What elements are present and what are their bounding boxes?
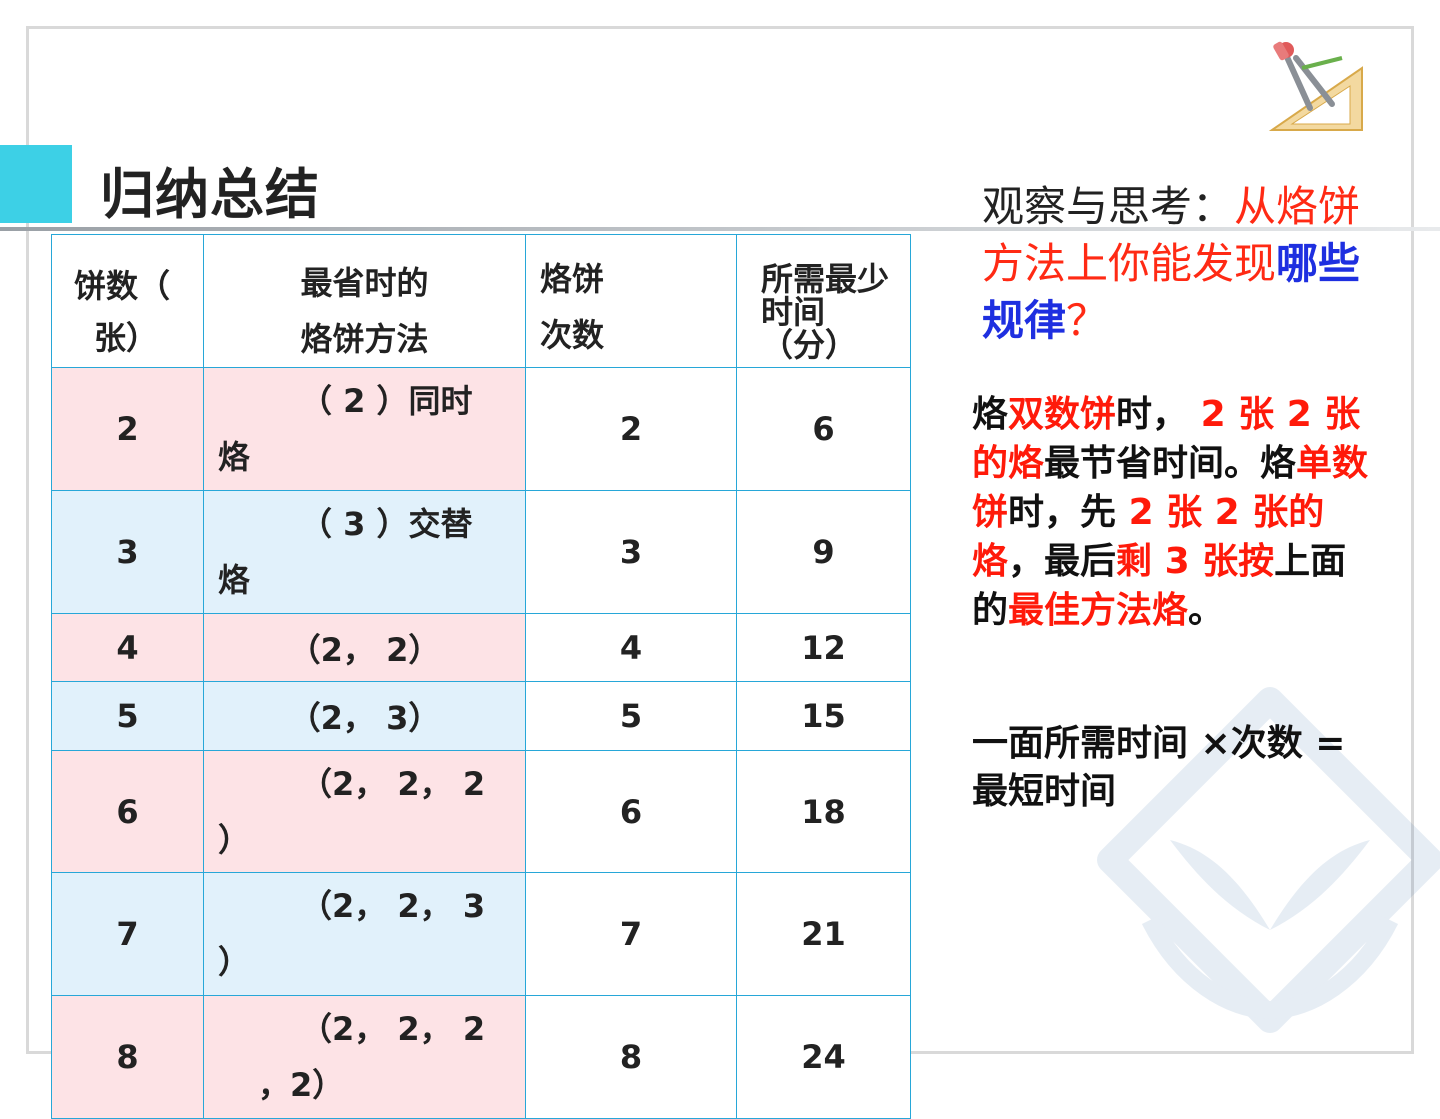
answer-highlight: 最佳方法烙 xyxy=(1008,590,1189,631)
question-mark: ？ xyxy=(1066,296,1109,345)
cell-times: 4 xyxy=(525,613,737,682)
cell-count: 3 xyxy=(51,490,204,614)
table-row: 8 （2， 2， 2 ，2） 8 24 xyxy=(51,995,911,1119)
cell-minutes: 21 xyxy=(736,872,911,996)
table-row: 6 （2， 2， 2 ） 6 18 xyxy=(51,750,911,873)
cell-method: （2， 3） xyxy=(203,681,526,751)
answer-text: 烙 xyxy=(972,394,1009,435)
cell-count: 4 xyxy=(51,613,204,682)
title-accent-block xyxy=(0,145,72,223)
answer-text: ，最后 xyxy=(1008,541,1117,582)
cell-minutes: 12 xyxy=(736,613,911,682)
cell-times: 2 xyxy=(525,367,737,491)
cell-method-line2: ） xyxy=(218,820,251,859)
cell-minutes: 9 xyxy=(736,490,911,614)
header-method: 最省时的 烙饼方法 xyxy=(203,234,526,368)
cell-minutes: 6 xyxy=(736,367,911,491)
compass-ruler-logo-icon xyxy=(1268,41,1363,131)
cell-method-line2: 烙 xyxy=(218,561,251,599)
answer-text: 时， xyxy=(1116,394,1201,435)
header-times-line1: 烙饼 xyxy=(540,260,605,298)
header-count-line1: 饼数（ xyxy=(74,267,171,305)
answer-highlight: 双数饼 xyxy=(1008,394,1117,435)
cell-method-line1: （ 3 ）交替 xyxy=(300,505,473,543)
table-row: 2 （ 2 ）同时 烙 2 6 xyxy=(51,367,911,491)
cell-times: 7 xyxy=(525,872,737,996)
cell-method: （2， 2， 2 ） xyxy=(203,750,526,873)
header-times-line2: 次数 xyxy=(540,316,605,354)
header-minutes: 所需最少 时间 （分） xyxy=(736,234,911,368)
cell-method-line1: （2， 2， 3 xyxy=(300,887,486,925)
cell-method-line2: ，2） xyxy=(258,1066,345,1104)
header-minutes-line2: 时间 xyxy=(761,292,826,331)
header-count: 饼数（ 张） xyxy=(51,234,204,368)
cell-method-line2: ） xyxy=(218,943,251,981)
header-minutes-line1: 所需最少 xyxy=(761,259,890,298)
pattern-answer: 烙双数饼时， 2 张 2 张的烙最节省时间。烙单数饼时，先 2 张 2 张的烙，… xyxy=(972,390,1377,635)
cell-minutes: 15 xyxy=(736,681,911,751)
cell-times: 3 xyxy=(525,490,737,614)
cell-count: 5 xyxy=(51,681,204,751)
cell-method: （ 3 ）交替 烙 xyxy=(203,490,526,614)
cell-minutes: 24 xyxy=(736,995,911,1119)
cell-count: 7 xyxy=(51,872,204,996)
cell-count: 8 xyxy=(51,995,204,1119)
time-formula: 一面所需时间 ×次数 = 最短时间 xyxy=(972,720,1382,816)
answer-text: 。 xyxy=(1188,590,1225,631)
cell-method: （ 2 ）同时 烙 xyxy=(203,367,526,491)
header-method-line1: 最省时的 xyxy=(300,264,429,302)
table-row: 3 （ 3 ）交替 烙 3 9 xyxy=(51,490,911,614)
formula-line2: 最短时间 xyxy=(972,771,1117,812)
cell-times: 8 xyxy=(525,995,737,1119)
pancake-summary-table: 饼数（ 张） 最省时的 烙饼方法 烙饼 次数 所需最少 时间 （分） 2 （ 2… xyxy=(51,234,911,1119)
cell-method: （2， 2， 3 ） xyxy=(203,872,526,996)
header-times: 烙饼 次数 xyxy=(525,234,737,368)
answer-text: 时，先 xyxy=(1008,492,1129,533)
question-prefix: 观察与思考： xyxy=(982,182,1235,231)
header-count-line2: 张） xyxy=(94,319,159,357)
cell-method-line1: （2， 2， 2 xyxy=(300,764,486,803)
table-row: 5 （2， 3） 5 15 xyxy=(51,681,911,751)
cell-method: （2， 2， 2 ，2） xyxy=(203,995,526,1119)
answer-highlight: 剩 3 张按 xyxy=(1116,541,1275,582)
header-method-line2: 烙饼方法 xyxy=(300,320,429,358)
formula-line1: 一面所需时间 ×次数 = xyxy=(972,723,1346,764)
table-row: 4 （2， 2） 4 12 xyxy=(51,613,911,682)
cell-method-line1: （ 2 ）同时 xyxy=(300,382,473,420)
header-minutes-line3: （分） xyxy=(761,325,858,364)
cell-count: 6 xyxy=(51,750,204,873)
answer-text: 最节省时间。烙 xyxy=(1044,443,1297,484)
page-title: 归纳总结 xyxy=(100,163,320,226)
cell-method-line2: 烙 xyxy=(218,438,251,476)
cell-method: （2， 2） xyxy=(203,613,526,682)
observation-question: 观察与思考：从烙饼方法上你能发现哪些规律？ xyxy=(982,178,1382,349)
cell-times: 5 xyxy=(525,681,737,751)
cell-method-line1: （2， 2， 2 xyxy=(300,1010,486,1048)
table-row: 7 （2， 2， 3 ） 7 21 xyxy=(51,872,911,996)
cell-times: 6 xyxy=(525,750,737,873)
cell-minutes: 18 xyxy=(736,750,911,873)
table-header-row: 饼数（ 张） 最省时的 烙饼方法 烙饼 次数 所需最少 时间 （分） xyxy=(51,234,911,368)
cell-count: 2 xyxy=(51,367,204,491)
